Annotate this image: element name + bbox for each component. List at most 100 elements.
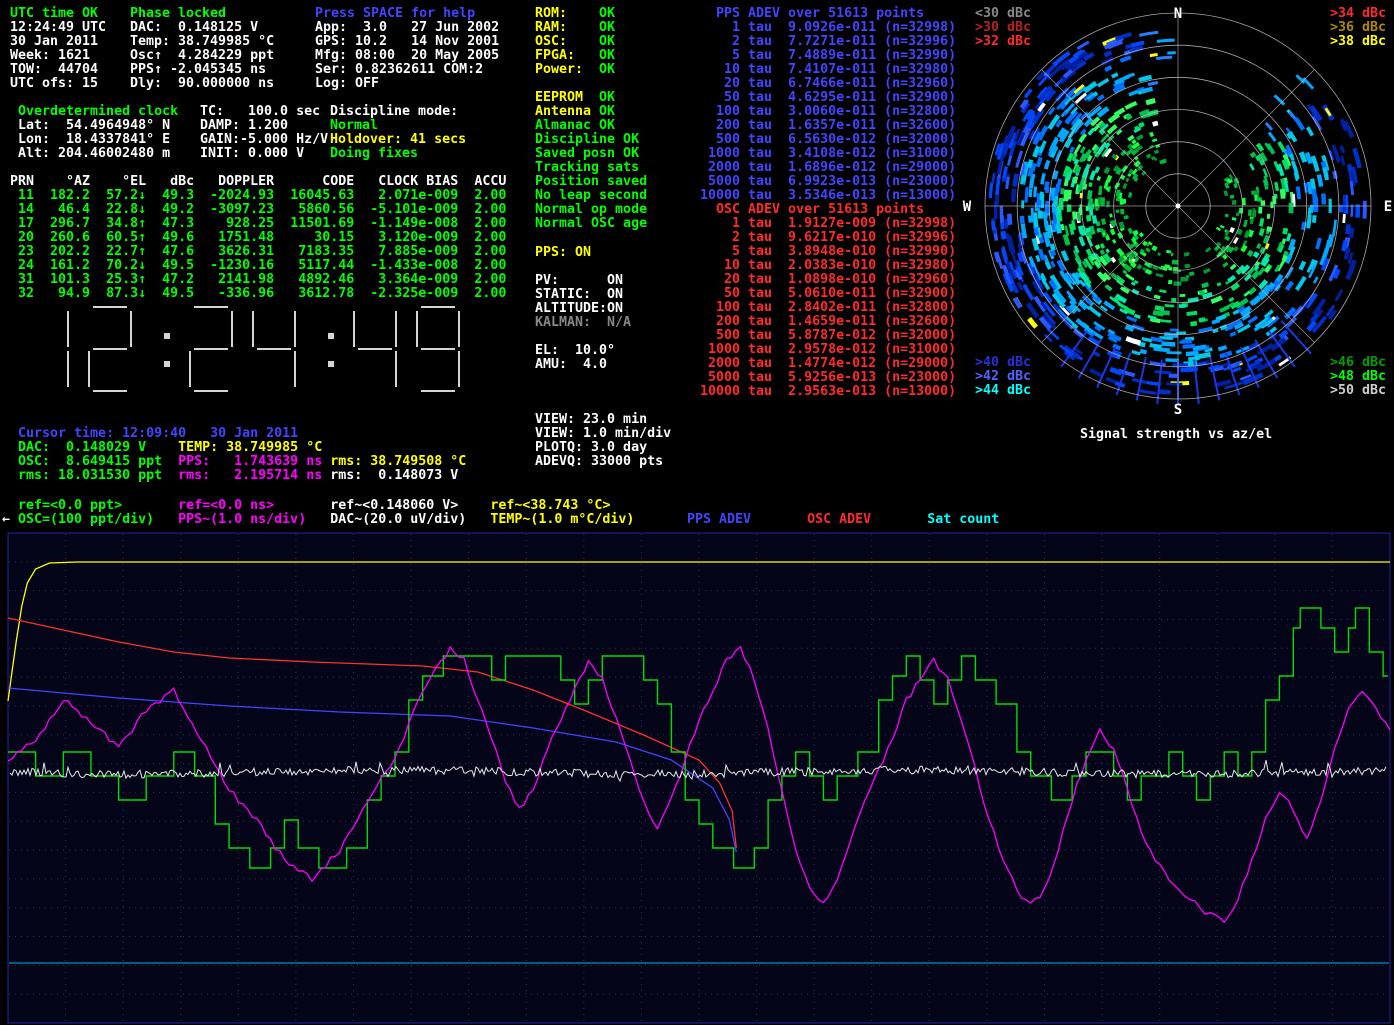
text-segment: 24 161.2 70.2↓ 49.5 -1230.16 5117.44 -1.… — [10, 258, 506, 273]
help-block-line: App: 3.0 27 Jun 2002 — [315, 21, 499, 35]
block-plot-legend: PPS ADEV OSC ADEV Sat count — [687, 513, 999, 527]
clock-digit — [417, 307, 459, 391]
od-clock-line: Alt: 204.46002480 m — [18, 147, 178, 161]
text-segment: FPGA: — [535, 48, 599, 63]
text-segment: PPS: 1.743639 ns — [178, 454, 330, 469]
text-segment: 5 tau 7.4889e-011 (n=32990) — [700, 48, 956, 63]
block-dbc-legend-tr: >34 dBc>36 dBc>38 dBc — [1330, 7, 1386, 49]
text-segment: >38 dBc — [1330, 34, 1386, 49]
block-loop-params: TC: 100.0 secDAMP: 1.200GAIN:-5.000 Hz/V… — [200, 105, 328, 161]
text-segment: ref~<0.148060 V> — [330, 498, 490, 513]
text-segment: >40 dBc — [975, 355, 1031, 370]
rcvr-status-line: No leap second — [535, 189, 647, 203]
text-segment: PPS ADEV over 51613 points — [700, 6, 924, 21]
phase-block-line: Osc↑ 4.284229 ppt — [130, 49, 274, 63]
plot-cursor-arrow-line: ← — [2, 513, 10, 527]
text-segment: PPS~(1.0 ns/div) — [178, 512, 330, 527]
text-segment: Cursor time: 12:09:40 30 Jan 2011 — [18, 426, 298, 441]
loop-params-line: INIT: 0.000 V — [200, 147, 328, 161]
text-segment: >48 dBc — [1330, 369, 1386, 384]
el-amu-line: AMU: 4.0 — [535, 358, 615, 372]
text-segment: rms: 2.195714 ns — [178, 468, 330, 483]
block-ref-scale: ref=<0.0 ppt> ref=<0.0 ns> ref~<0.148060… — [18, 499, 634, 527]
dbc-legend-tr-line: >38 dBc — [1330, 35, 1386, 49]
adev-tables-line: 20 tau 1.0898e-010 (n=32960) — [700, 273, 956, 287]
text-segment: Lon: 18.4337841° E — [18, 132, 170, 147]
dbc-legend-tl-line: >30 dBc — [975, 21, 1031, 35]
text-segment: rms: 0.148073 V — [330, 468, 458, 483]
text-segment: PRN °AZ °EL dBc DOPPLER CODE CLOCK BIAS … — [10, 174, 506, 189]
text-segment: ref=<0.0 ppt> — [18, 498, 178, 513]
discipline-line: Holdover: 41 secs — [330, 133, 466, 147]
phase-block-line: Phase locked — [130, 7, 274, 21]
text-segment: TEMP: 38.749985 °C — [178, 440, 322, 455]
loop-params-line: TC: 100.0 sec — [200, 105, 328, 119]
dbc-legend-tr-line: >34 dBc — [1330, 7, 1386, 21]
dbc-legend-bl-line: >40 dBc — [975, 356, 1031, 370]
text-segment: 30 Jan 2011 — [10, 34, 98, 49]
text-segment: 5 tau 3.8948e-010 (n=32990) — [700, 244, 956, 259]
sat-table-line: 31 101.3 25.3↑ 47.2 2141.98 4892.46 3.36… — [10, 273, 506, 287]
text-segment: >42 dBc — [975, 369, 1031, 384]
adev-tables-line: 2 tau 7.7271e-011 (n=32996) — [700, 35, 956, 49]
text-segment: Normal op mode — [535, 202, 647, 217]
compass-label: S — [1174, 402, 1182, 418]
adev-tables-line: 2000 tau 1.6896e-012 (n=29000) — [700, 161, 956, 175]
text-segment: 2 tau 7.7271e-011 (n=32996) — [700, 34, 956, 49]
clock-digit — [89, 307, 131, 391]
block-help-block: Press SPACE for helpApp: 3.0 27 Jun 2002… — [315, 7, 499, 91]
text-segment: STATIC: ON — [535, 287, 623, 302]
help-block-line: Mfg: 08:00 20 May 2005 — [315, 49, 499, 63]
text-segment: 500 tau 5.8787e-012 (n=32000) — [700, 328, 956, 343]
utc-block-line: 30 Jan 2011 — [10, 35, 106, 49]
view-info-line: ADEVQ: 33000 pts — [535, 455, 671, 469]
text-segment: ← — [2, 512, 10, 527]
adev-tables-line: 5 tau 3.8948e-010 (n=32990) — [700, 245, 956, 259]
text-segment: 100 tau 2.8402e-011 (n=32800) — [700, 300, 956, 315]
text-segment: Saved posn OK — [535, 146, 639, 161]
text-segment: 23 202.2 22.7↑ 47.6 3626.31 7183.35 7.88… — [10, 244, 506, 259]
adev-tables-line: 5 tau 7.4889e-011 (n=32990) — [700, 49, 956, 63]
block-phase-block: Phase lockedDAC: 0.148125 VTemp: 38.7499… — [130, 7, 274, 91]
text-segment: Sat count — [927, 512, 999, 527]
pps-state-line: PPS: ON — [535, 246, 591, 260]
text-segment: Log: OFF — [315, 76, 379, 91]
compass-label: N — [1174, 6, 1182, 22]
adev-tables-line: 5000 tau 5.9256e-013 (n=23000) — [700, 371, 956, 385]
block-rcvr-status: EEPROM OKAntenna OKAlmanac OKDiscipline … — [535, 91, 647, 231]
adev-tables-line: 200 tau 1.6357e-011 (n=32600) — [700, 119, 956, 133]
text-segment: OK — [599, 90, 615, 105]
cursor-info-line: Cursor time: 12:09:40 30 Jan 2011 — [18, 427, 466, 441]
text-segment: OSC: — [535, 34, 599, 49]
text-segment: Press SPACE for help — [315, 6, 475, 21]
text-segment: RAM: — [535, 20, 599, 35]
text-segment: 2000 tau 1.4774e-012 (n=29000) — [700, 356, 956, 371]
sat-table-line: 14 46.4 22.8↓ 49.2 -3097.23 5860.56 -5.1… — [10, 203, 506, 217]
big-digital-clock — [24, 303, 499, 399]
block-view-info: VIEW: 23.0 minVIEW: 1.0 min/divPLOTQ: 3.… — [535, 413, 671, 469]
text-segment: OK — [599, 20, 615, 35]
text-segment: 5000 tau 6.9923e-013 (n=23000) — [700, 174, 956, 189]
block-adev-tables: PPS ADEV over 51613 points 1 tau 9.0926e… — [700, 7, 956, 399]
text-segment: DAC: 0.148125 V — [130, 20, 258, 35]
history-plot-area[interactable] — [0, 531, 1394, 1025]
text-segment: UTC time OK — [10, 6, 98, 21]
text-segment: AMU: 4.0 — [535, 357, 607, 372]
sat-table-line: 24 161.2 70.2↓ 49.5 -1230.16 5117.44 -1.… — [10, 259, 506, 273]
text-segment — [871, 512, 927, 527]
cursor-info-line: rms: 18.031530 ppt rms: 2.195714 ns rms:… — [18, 469, 466, 483]
block-dbc-legend-br: >46 dBc>48 dBc>50 dBc — [1330, 356, 1386, 398]
compass-label: W — [963, 199, 972, 215]
phase-block-line: Temp: 38.749985 °C — [130, 35, 274, 49]
text-segment: 10000 tau 2.9563e-013 (n=13000) — [700, 384, 956, 399]
text-segment: OK — [599, 6, 615, 21]
text-segment: PV: ON — [535, 273, 623, 288]
cursor-info-line: DAC: 0.148029 V TEMP: 38.749985 °C — [18, 441, 466, 455]
adev-tables-line: 20 tau 6.7466e-011 (n=32960) — [700, 77, 956, 91]
text-segment: 1000 tau 3.4108e-012 (n=31000) — [700, 146, 956, 161]
sat-table-line: 32 94.9 87.3↓ 49.5 -336.96 3612.78 -2.32… — [10, 287, 506, 301]
sat-table-line: PRN °AZ °EL dBc DOPPLER CODE CLOCK BIAS … — [10, 175, 506, 189]
text-segment: 2000 tau 1.6896e-012 (n=29000) — [700, 160, 956, 175]
text-segment: 50 tau 4.6295e-011 (n=32900) — [700, 90, 956, 105]
text-segment: >50 dBc — [1330, 383, 1386, 398]
